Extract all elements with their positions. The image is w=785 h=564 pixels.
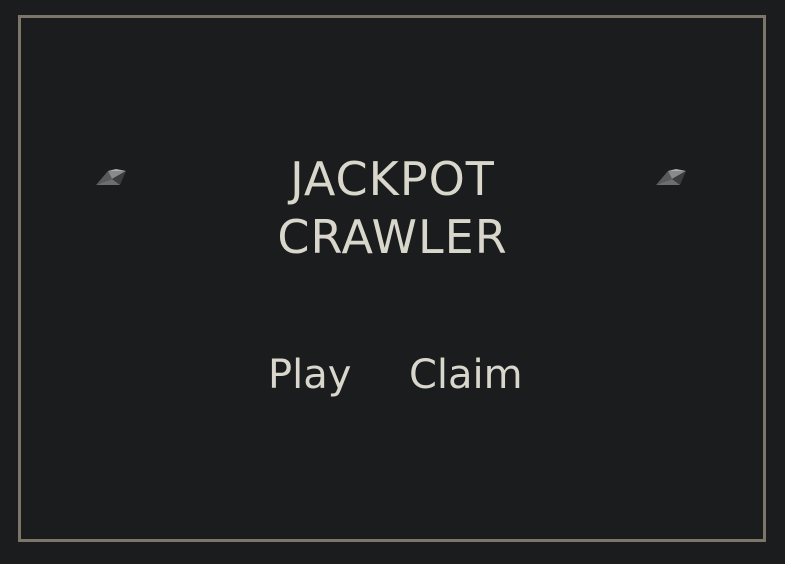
title-line-2: CRAWLER	[277, 210, 508, 264]
title-line-1: JACKPOT	[290, 152, 495, 206]
game-title: JACKPOT CRAWLER	[0, 150, 785, 266]
main-menu: Play Claim	[0, 348, 785, 402]
play-button[interactable]: Play	[268, 348, 351, 402]
game-frame	[18, 15, 766, 542]
claim-button[interactable]: Claim	[409, 348, 523, 402]
